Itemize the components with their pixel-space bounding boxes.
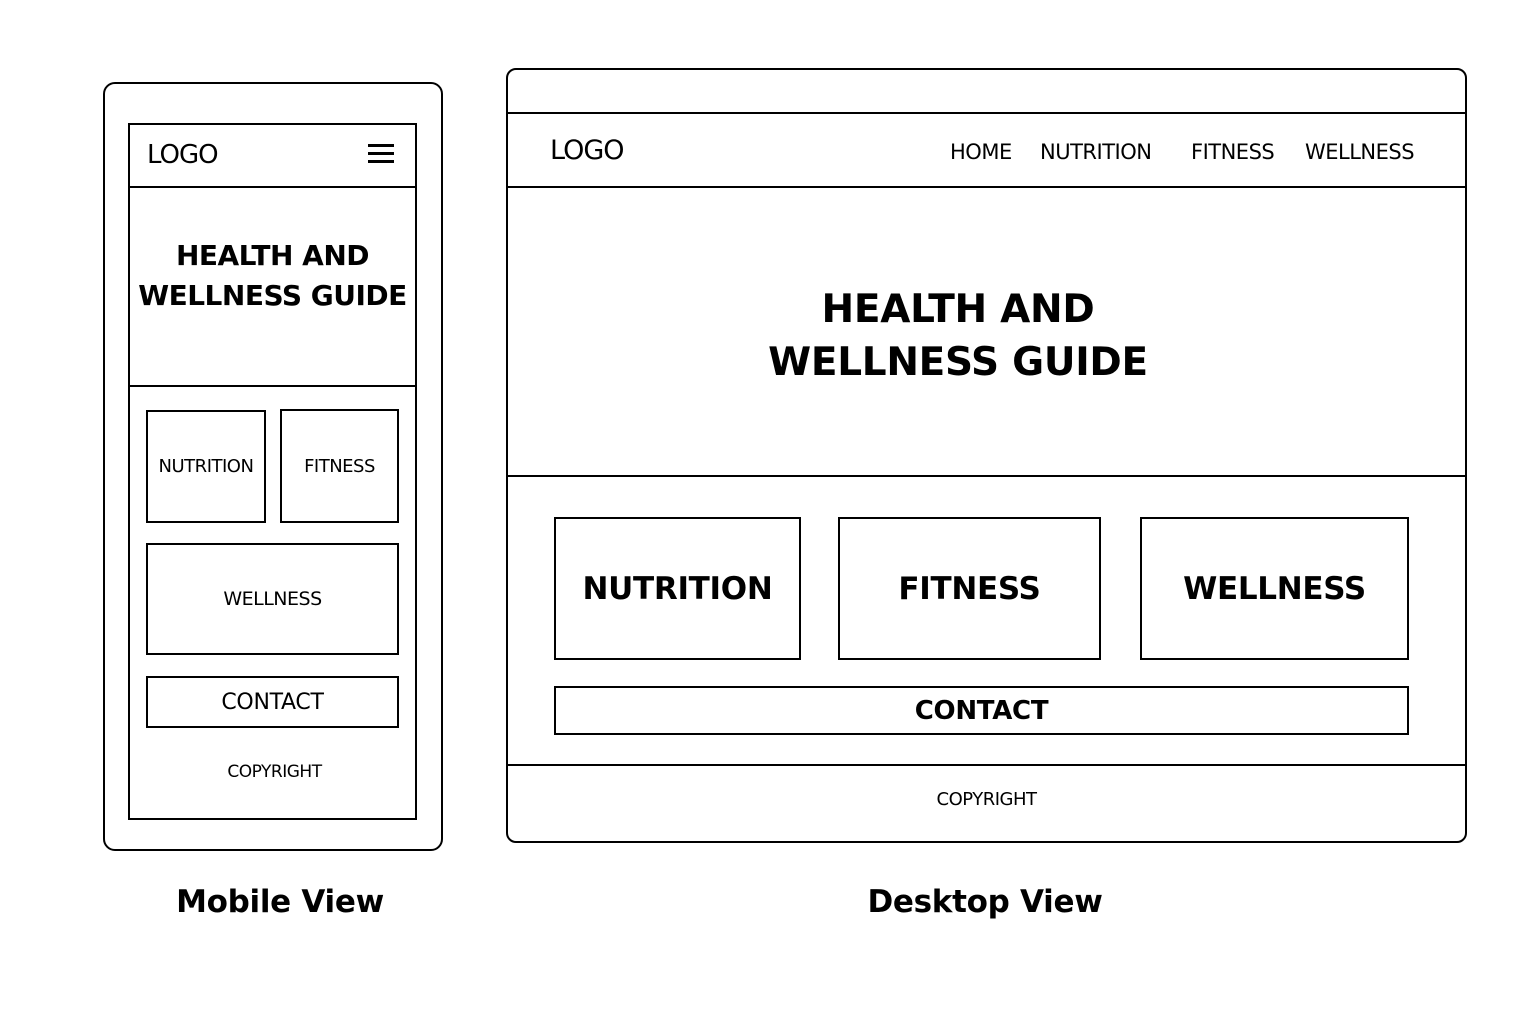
nav-link-nutrition[interactable]: NUTRITION [1040, 138, 1152, 166]
desktop-hero-title: HEALTH AND WELLNESS GUIDE [768, 287, 1148, 385]
mobile-copyright: COPYRIGHT [227, 762, 322, 782]
desktop-hero-divider [508, 475, 1465, 477]
mobile-hero-title: HEALTH AND WELLNESS GUIDE [138, 239, 407, 312]
mobile-card-wellness[interactable]: WELLNESS [146, 543, 399, 655]
mobile-header-divider [130, 186, 415, 188]
desktop-card-wellness[interactable]: WELLNESS [1140, 517, 1409, 660]
mobile-logo[interactable]: LOGO [147, 138, 219, 172]
desktop-view-caption: Desktop View [867, 884, 1103, 920]
mobile-hero-divider [130, 385, 415, 387]
nav-link-home[interactable]: HOME [950, 138, 1012, 166]
desktop-card-nutrition[interactable]: NUTRITION [554, 517, 801, 660]
desktop-card-fitness[interactable]: FITNESS [838, 517, 1101, 660]
desktop-logo[interactable]: LOGO [550, 134, 625, 168]
mobile-card-fitness[interactable]: FITNESS [280, 409, 399, 523]
mobile-contact-button[interactable]: CONTACT [146, 676, 399, 728]
hamburger-menu-icon[interactable] [368, 144, 394, 164]
nav-link-wellness[interactable]: WELLNESS [1305, 138, 1415, 166]
desktop-copyright: COPYRIGHT [936, 789, 1037, 810]
desktop-footer-divider [508, 764, 1465, 766]
desktop-header-divider [508, 186, 1465, 188]
mobile-view-caption: Mobile View [176, 884, 384, 920]
desktop-contact-button[interactable]: CONTACT [554, 686, 1409, 735]
desktop-browser-bar-divider [508, 112, 1465, 114]
nav-link-fitness[interactable]: FITNESS [1191, 138, 1275, 166]
mobile-card-nutrition[interactable]: NUTRITION [146, 410, 266, 523]
